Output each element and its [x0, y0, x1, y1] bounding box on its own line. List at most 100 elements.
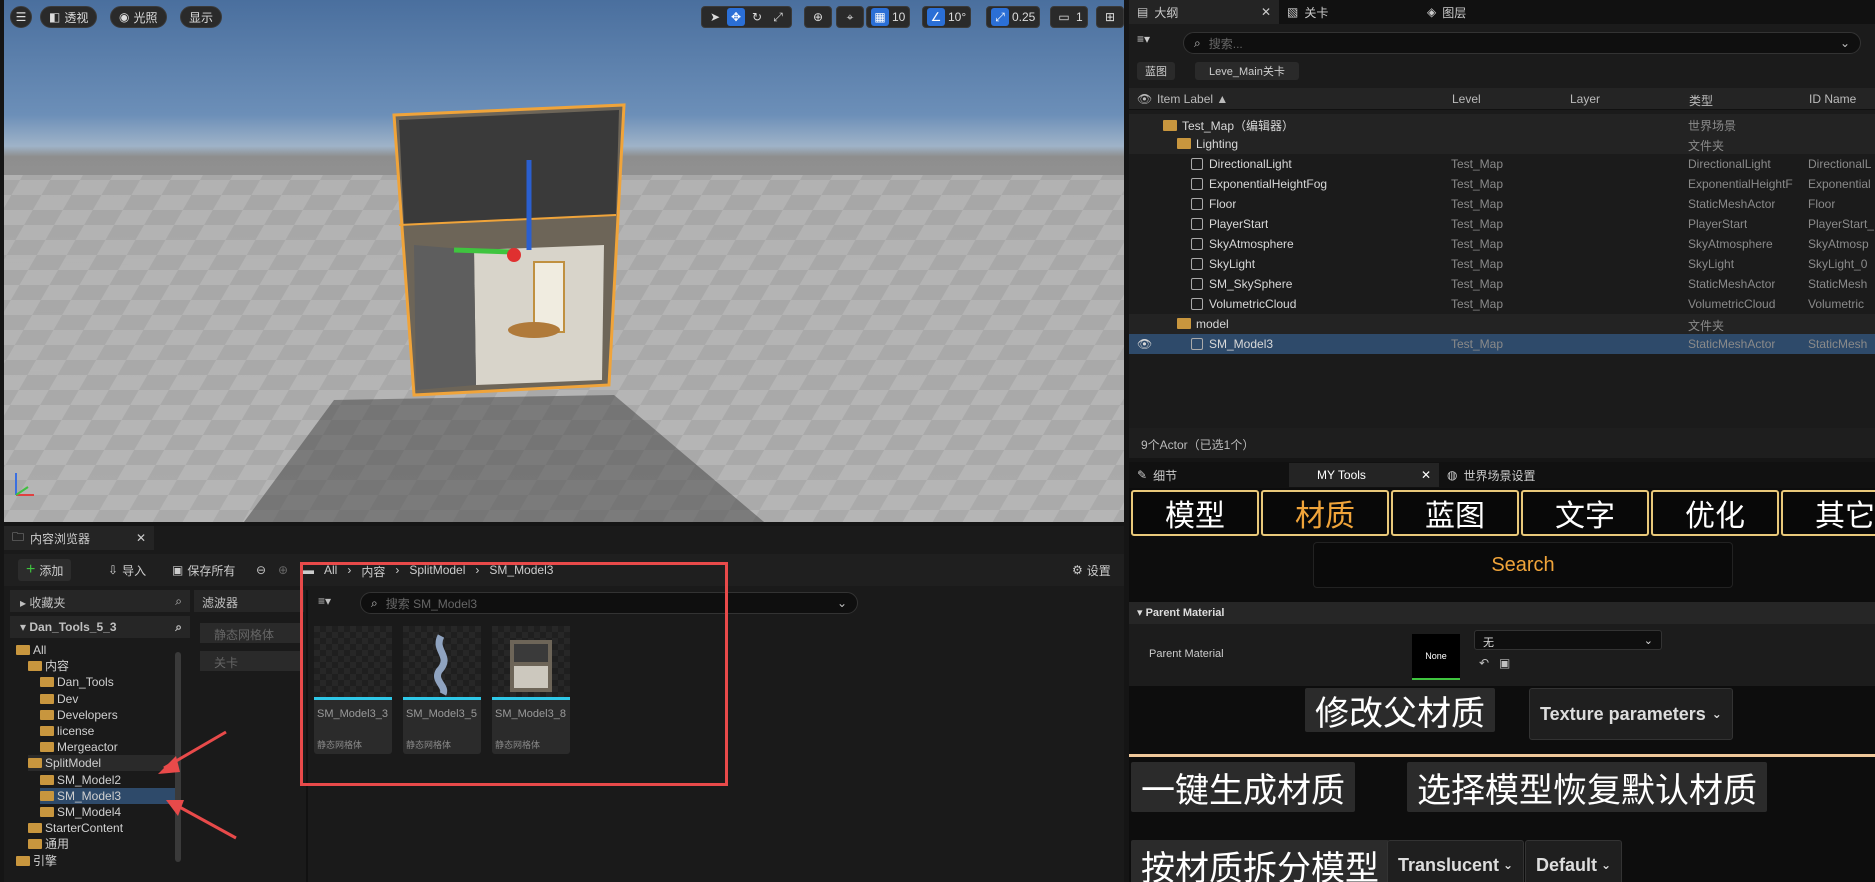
- generate-material-button[interactable]: 一键生成材质: [1131, 762, 1355, 812]
- annotation-arrows: [158, 730, 237, 840]
- outliner-cell-level: Test_Map: [1451, 237, 1504, 251]
- outliner-row[interactable]: model 文件夹: [1129, 314, 1875, 334]
- filter-chip-blueprint[interactable]: 蓝图: [1137, 62, 1175, 80]
- texture-parameters-dropdown[interactable]: Texture parameters ⌄: [1529, 688, 1733, 740]
- move-icon[interactable]: ✥: [727, 8, 745, 26]
- outliner-row[interactable]: VolumetricCloud Test_Map VolumetricCloud Vo…: [1129, 294, 1875, 314]
- tab-world-settings[interactable]: ◍ 世界场景设置: [1439, 463, 1599, 487]
- tab-my-tools[interactable]: MY Tools ✕: [1289, 463, 1439, 487]
- section-parent-material[interactable]: ▾ Parent Material: [1129, 602, 1875, 624]
- level-viewport[interactable]: ☰ ◧ 透视 ◉ 光照 显示 ➤ ✥ ↻ ⤢ ⊕ ⌖ ▦ 10 ∠ 10° ⤢ 0.25 …: [4, 0, 1124, 522]
- tab-blueprint[interactable]: 蓝图: [1391, 490, 1519, 536]
- tab-outliner[interactable]: ▤ 大纲 ✕: [1129, 0, 1279, 24]
- outliner-row[interactable]: SkyAtmosphere Test_Map SkyAtmosphere SkyAtm…: [1129, 234, 1875, 254]
- tree-item[interactable]: Dan_Tools: [40, 674, 176, 690]
- import-button[interactable]: ⇩ 导入: [100, 559, 154, 581]
- tree-item[interactable]: 引擎: [16, 853, 176, 869]
- tab-content-browser[interactable]: 🗀 内容浏览器 ✕: [4, 526, 154, 550]
- search-icon[interactable]: ⌕: [175, 594, 182, 609]
- restore-default-material-button[interactable]: 选择模型恢复默认材质: [1407, 762, 1767, 812]
- outliner-row[interactable]: SM_SkySphere Test_Map StaticMeshActor Stati…: [1129, 274, 1875, 294]
- filters-header[interactable]: 滤波器: [194, 590, 304, 612]
- split-by-material-button[interactable]: 按材质拆分模型: [1131, 840, 1389, 882]
- project-header[interactable]: ▾ Dan_Tools_5_3 ⌕: [10, 616, 190, 638]
- filter-static-mesh[interactable]: 静态网格体: [200, 623, 300, 643]
- perspective-button[interactable]: ◧ 透视: [40, 6, 98, 28]
- outliner-cell-level: Test_Map: [1451, 277, 1504, 291]
- tab-text[interactable]: 文字: [1521, 490, 1649, 536]
- transform-tools[interactable]: ➤ ✥ ↻ ⤢: [701, 6, 792, 28]
- close-icon[interactable]: ✕: [1261, 5, 1271, 19]
- tab-material[interactable]: 材质: [1261, 490, 1389, 536]
- default-dropdown[interactable]: Default ⌄: [1525, 840, 1623, 882]
- scale-icon[interactable]: ⤢: [769, 8, 787, 26]
- rotation-snap-button[interactable]: ∠ 10°: [922, 6, 972, 28]
- world-local-button[interactable]: ⊕: [804, 6, 832, 28]
- camera-speed-button[interactable]: ▭ 1: [1050, 6, 1088, 28]
- material-thumbnail[interactable]: None: [1412, 634, 1460, 680]
- tab-level[interactable]: ▧ 关卡: [1279, 0, 1419, 24]
- outliner-cell-type: ExponentialHeightF: [1688, 177, 1793, 191]
- col-type[interactable]: 类型: [1689, 92, 1713, 109]
- save-all-button[interactable]: ▣ 保存所有: [164, 559, 243, 581]
- eye-icon[interactable]: 👁: [1137, 337, 1152, 351]
- tree-item[interactable]: Developers: [40, 707, 176, 723]
- select-icon[interactable]: ➤: [706, 8, 724, 26]
- tree-item[interactable]: 内容: [28, 658, 176, 674]
- tab-layers[interactable]: ◈ 图层: [1419, 0, 1579, 24]
- outliner-row[interactable]: Lighting 文件夹: [1129, 134, 1875, 154]
- favorites-header[interactable]: ▸ 收藏夹 ⌕: [10, 590, 190, 612]
- surface-snap-button[interactable]: ⌖: [836, 6, 864, 28]
- outliner-search-input[interactable]: ⌕ 搜索... ⌄: [1183, 32, 1861, 54]
- outliner-row[interactable]: PlayerStart Test_Map PlayerStart PlayerStar…: [1129, 214, 1875, 234]
- tree-item[interactable]: All: [16, 642, 176, 658]
- close-icon[interactable]: ✕: [1421, 468, 1431, 482]
- filter-chip-level[interactable]: Leve_Main关卡: [1195, 62, 1299, 80]
- modify-parent-material-button[interactable]: 修改父材质: [1305, 688, 1495, 733]
- translucent-dropdown[interactable]: Translucent ⌄: [1387, 840, 1525, 882]
- tab-model[interactable]: 模型: [1131, 490, 1259, 536]
- outliner-row[interactable]: SM_Model3 Test_Map StaticMeshActor StaticMe…: [1129, 334, 1875, 354]
- outliner-row[interactable]: DirectionalLight Test_Map DirectionalLight…: [1129, 154, 1875, 174]
- lighting-button[interactable]: ◉ 光照: [110, 6, 167, 28]
- show-button[interactable]: 显示: [180, 6, 223, 28]
- tab-details[interactable]: ✎ 细节: [1129, 463, 1289, 487]
- scene-render: [4, 103, 1124, 522]
- outliner-row[interactable]: ExponentialHeightFog Test_Map ExponentialH…: [1129, 174, 1875, 194]
- settings-button[interactable]: ⚙ 设置: [1064, 559, 1119, 581]
- scale-snap-button[interactable]: ⤢ 0.25: [986, 6, 1041, 28]
- close-icon[interactable]: ✕: [136, 531, 146, 545]
- filter-level[interactable]: 关卡: [200, 651, 300, 671]
- filter-button[interactable]: ≡▾: [1137, 32, 1167, 52]
- outliner-row-label: SM_Model3: [1191, 337, 1273, 351]
- outliner-cell-id: Exponential: [1808, 177, 1871, 191]
- browse-icon[interactable]: ▣: [1499, 656, 1510, 670]
- forward-icon[interactable]: ⊕: [278, 563, 288, 577]
- layout-button[interactable]: ⊞: [1096, 6, 1124, 28]
- material-select[interactable]: 无 ⌄: [1474, 630, 1662, 650]
- actor-icon: [1191, 238, 1203, 250]
- eye-icon[interactable]: 👁: [1137, 92, 1152, 106]
- col-id-name[interactable]: ID Name: [1809, 92, 1856, 106]
- back-icon[interactable]: ⊖: [256, 563, 266, 577]
- col-layer[interactable]: Layer: [1570, 92, 1600, 106]
- tab-optimize[interactable]: 优化: [1651, 490, 1779, 536]
- outliner-row[interactable]: SkyLight Test_Map SkyLight SkyLight_0: [1129, 254, 1875, 274]
- outliner-cell-type: 文件夹: [1688, 319, 1725, 333]
- folder-icon: [28, 839, 42, 850]
- outliner-row-label: PlayerStart: [1191, 217, 1268, 231]
- outliner-row[interactable]: Test_Map（编辑器） 世界场景: [1129, 114, 1875, 134]
- reset-icon[interactable]: ↶: [1479, 656, 1489, 670]
- col-item-label[interactable]: Item Label ▲: [1157, 92, 1228, 106]
- rotate-icon[interactable]: ↻: [748, 8, 766, 26]
- grid-snap-button[interactable]: ▦ 10: [866, 6, 911, 28]
- viewport-menu-button[interactable]: ☰: [10, 6, 32, 28]
- add-button[interactable]: + 添加: [18, 559, 72, 581]
- search-icon[interactable]: ⌕: [175, 620, 182, 635]
- outliner-row[interactable]: Floor Test_Map StaticMeshActor Floor: [1129, 194, 1875, 214]
- tab-other[interactable]: 其它: [1781, 490, 1875, 536]
- tree-item[interactable]: Dev: [40, 691, 176, 707]
- folder-icon: [40, 726, 54, 736]
- tools-search-input[interactable]: Search: [1313, 542, 1733, 588]
- col-level[interactable]: Level: [1452, 92, 1481, 106]
